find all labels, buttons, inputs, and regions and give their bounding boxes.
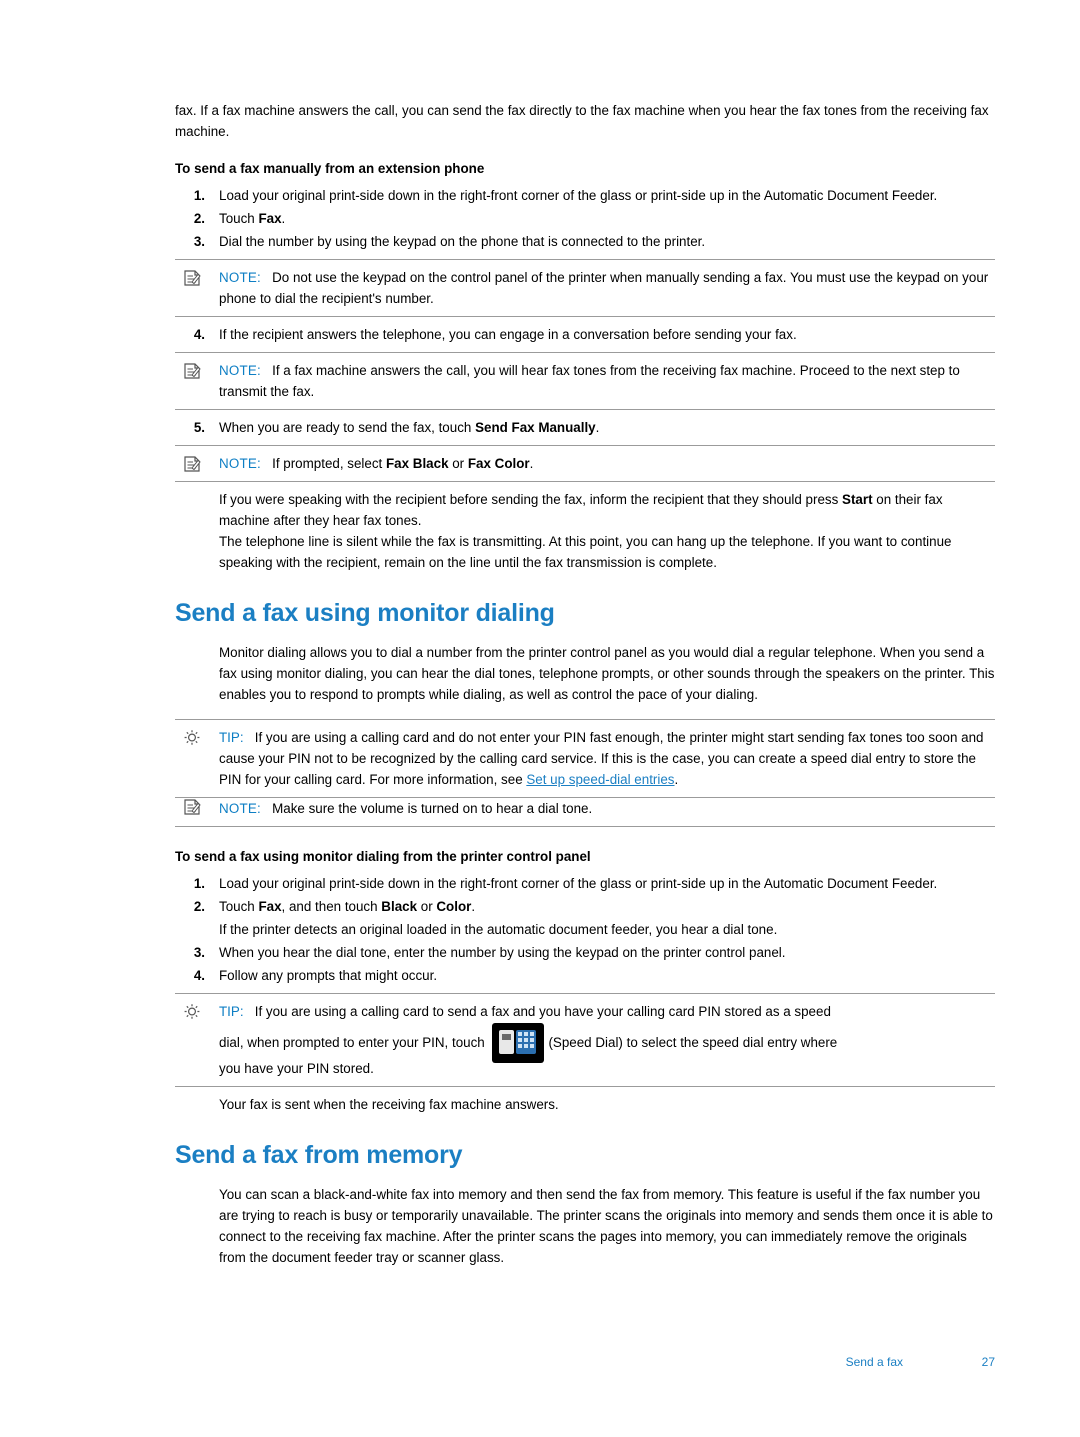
- list-number: 1.: [193, 876, 205, 891]
- note-icon: [183, 269, 201, 287]
- note-text-post: .: [529, 456, 534, 471]
- list-item: 4. If the recipient answers the telephon…: [175, 324, 995, 345]
- note-icon: [183, 798, 201, 816]
- section1-steps-part3: 5. When you are ready to send the fax, t…: [175, 417, 995, 438]
- footer-page-number: 27: [981, 1355, 995, 1369]
- note-text-pre: If prompted, select: [272, 456, 386, 471]
- list-item: 3. When you hear the dial tone, enter th…: [175, 942, 995, 963]
- list-text-pre: Touch: [219, 211, 259, 226]
- section1-steps-part1: 1. Load your original print-side down in…: [175, 185, 995, 252]
- list-text-bold2: Black: [381, 899, 418, 914]
- tip2-line1: If you are using a calling card to send …: [254, 1004, 831, 1019]
- list-text-bold: Send Fax Manually: [475, 420, 596, 435]
- list-text: Load your original print-side down in th…: [219, 188, 938, 203]
- footer-label: Send a fax: [845, 1355, 903, 1369]
- section1-steps-part2: 4. If the recipient answers the telephon…: [175, 324, 995, 345]
- note-box-1: NOTE: Do not use the keypad on the contr…: [175, 259, 995, 317]
- list-text-pre: Touch: [219, 899, 259, 914]
- tip-icon: [183, 1003, 201, 1021]
- note-text-bold1: Fax Black: [385, 456, 449, 471]
- list-text-post: .: [595, 420, 600, 435]
- list-item: 2. Touch Fax, and then touch Black or Co…: [175, 896, 995, 940]
- list-number: 5.: [193, 420, 205, 435]
- list-item: 2. Touch Fax.: [175, 208, 995, 229]
- list-item: 4. Follow any prompts that might occur.: [175, 965, 995, 986]
- speed-dial-entries-link[interactable]: Set up speed-dial entries: [526, 772, 674, 787]
- after1-pre: If you were speaking with the recipient …: [219, 492, 843, 507]
- list-item: 5. When you are ready to send the fax, t…: [175, 417, 995, 438]
- note-text: Make sure the volume is turned on to hea…: [272, 801, 593, 816]
- section1-after-paragraph-1: If you were speaking with the recipient …: [219, 489, 995, 531]
- tip-box-1: TIP: If you are using a calling card and…: [175, 719, 995, 798]
- page-footer: Send a fax 27: [175, 1355, 995, 1375]
- tip-label: TIP:: [219, 730, 244, 745]
- note-icon: [183, 455, 201, 473]
- section1-after-paragraph-2: The telephone line is silent while the f…: [219, 534, 952, 570]
- section1-heading: To send a fax manually from an extension…: [175, 161, 485, 176]
- note-text: If a fax machine answers the call, you w…: [219, 363, 960, 399]
- list-text-bold: Fax: [258, 211, 282, 226]
- list-text-post: .: [281, 211, 286, 226]
- list-text-bold3: Color: [436, 899, 472, 914]
- tip2-line2-pre: dial, when prompted to enter your PIN, t…: [219, 1035, 489, 1050]
- list-text: When you hear the dial tone, enter the n…: [219, 945, 786, 960]
- intro-paragraph: fax. If a fax machine answers the call, …: [175, 103, 989, 139]
- speed-dial-icon[interactable]: [492, 1023, 545, 1064]
- note-label: NOTE:: [219, 270, 261, 285]
- note-box-4: NOTE: Make sure the volume is turned on …: [175, 798, 995, 827]
- note-label: NOTE:: [219, 363, 261, 378]
- note-label: NOTE:: [219, 801, 261, 816]
- note-label: NOTE:: [219, 456, 261, 471]
- step2-extra-text: If the printer detects an original loade…: [219, 922, 778, 937]
- section2-title: Send a fax using monitor dialing: [175, 599, 555, 627]
- list-text: Follow any prompts that might occur.: [219, 968, 438, 983]
- tip-icon: [183, 729, 201, 747]
- list-number: 2.: [193, 211, 205, 226]
- section2-intro: Monitor dialing allows you to dial a num…: [219, 645, 995, 702]
- list-text: Dial the number by using the keypad on t…: [219, 234, 706, 249]
- note-box-2: NOTE: If a fax machine answers the call,…: [175, 352, 995, 410]
- note-box-3: NOTE: If prompted, select Fax Black or F…: [175, 445, 995, 482]
- tip-label: TIP:: [219, 1004, 244, 1019]
- list-text-mid2: or: [417, 899, 437, 914]
- list-text-post: .: [471, 899, 476, 914]
- list-number: 3.: [193, 234, 205, 249]
- tip-box-2: TIP: If you are using a calling card to …: [175, 993, 995, 1087]
- document-page: fax. If a fax machine answers the call, …: [0, 0, 1080, 1437]
- list-item: 1. Load your original print-side down in…: [175, 185, 995, 206]
- list-text: If the recipient answers the telephone, …: [219, 327, 797, 342]
- list-number: 1.: [193, 188, 205, 203]
- section3-body: You can scan a black-and-white fax into …: [219, 1187, 993, 1265]
- list-text-mid: , and then touch: [281, 899, 382, 914]
- section2-closing: Your fax is sent when the receiving fax …: [219, 1097, 559, 1112]
- list-text-pre: When you are ready to send the fax, touc…: [219, 420, 476, 435]
- list-text-bold1: Fax: [258, 899, 282, 914]
- list-number: 2.: [193, 899, 205, 914]
- note-text: Do not use the keypad on the control pan…: [219, 270, 989, 306]
- section2-sub-heading: To send a fax using monitor dialing from…: [175, 849, 591, 864]
- note-text-bold2: Fax Color: [467, 456, 530, 471]
- list-number: 4.: [193, 968, 205, 983]
- tip2-line2-post: (Speed Dial) to select the speed dial en…: [548, 1035, 838, 1050]
- note-text-mid: or: [448, 456, 468, 471]
- section3-title: Send a fax from memory: [175, 1141, 463, 1169]
- list-text: Load your original print-side down in th…: [219, 876, 938, 891]
- list-item: 3. Dial the number by using the keypad o…: [175, 231, 995, 252]
- list-item: 1. Load your original print-side down in…: [175, 873, 995, 894]
- note-icon: [183, 362, 201, 380]
- after1-bold: Start: [842, 492, 873, 507]
- list-number: 4.: [193, 327, 205, 342]
- list-number: 3.: [193, 945, 205, 960]
- tip-text-post: .: [674, 772, 679, 787]
- section2-steps: 1. Load your original print-side down in…: [175, 873, 995, 986]
